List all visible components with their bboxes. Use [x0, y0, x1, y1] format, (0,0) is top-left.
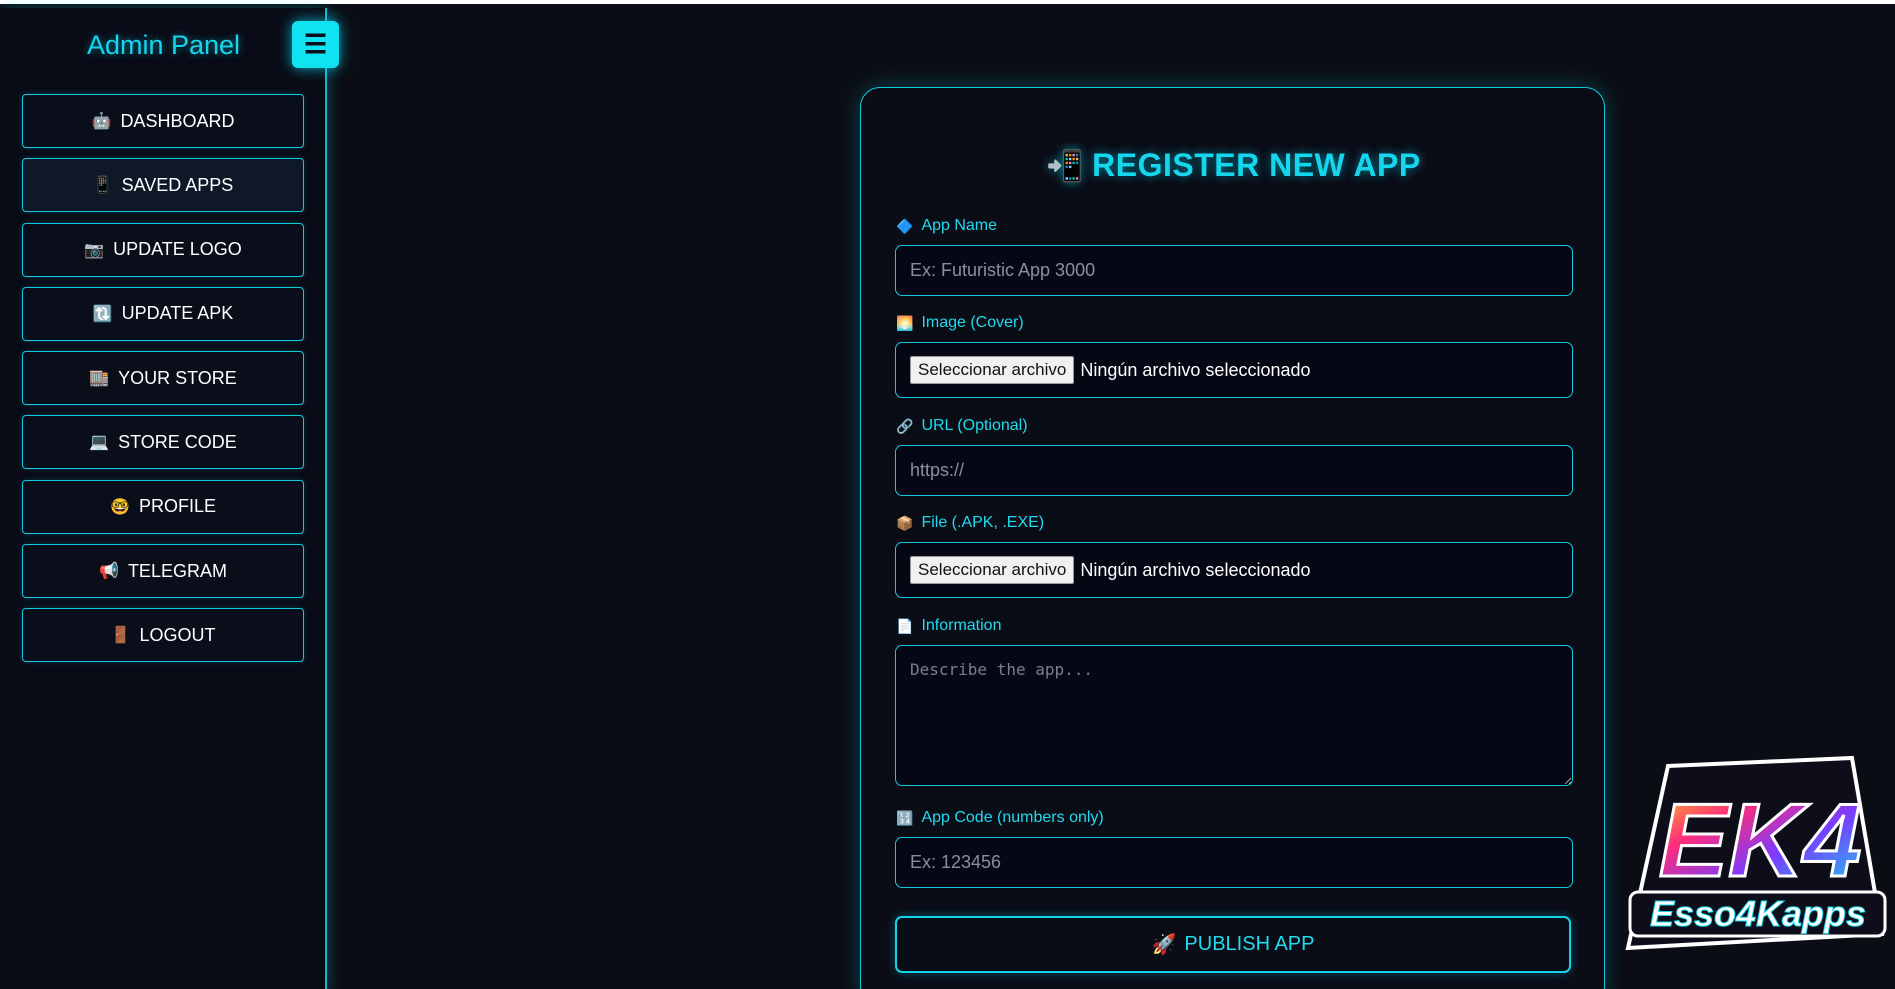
rocket-icon: 🚀 — [1151, 934, 1177, 956]
phone-icon: 📱 — [92, 177, 113, 195]
sidebar-item-saved-apps[interactable]: 📱 SAVED APPS — [22, 158, 304, 213]
app-name-label: 🔷 App Name — [896, 217, 997, 235]
sidebar-item-label: SAVED APPS — [121, 174, 234, 195]
sidebar-item-profile[interactable]: 🤓 PROFILE — [22, 479, 304, 534]
menu-toggle-button[interactable]: ☰ — [292, 21, 339, 68]
app-code-input[interactable] — [895, 837, 1573, 888]
url-label-text: URL (Optional) — [921, 417, 1028, 434]
megaphone-icon: 📢 — [99, 563, 119, 581]
package-icon: 📦 — [896, 514, 914, 531]
image-label-text: Image (Cover) — [921, 314, 1024, 331]
diamond-icon: 🔷 — [896, 217, 914, 234]
sidebar-item-label: UPDATE LOGO — [113, 239, 242, 260]
app-name-input[interactable] — [895, 245, 1573, 296]
app-file-input[interactable]: Seleccionar archivo Ningún archivo selec… — [895, 542, 1573, 598]
sidebar-item-label: TELEGRAM — [127, 560, 227, 581]
app-file-status: Ningún archivo seleccionado — [1080, 559, 1311, 580]
page-title-text: REGISTER NEW APP — [1092, 147, 1421, 183]
file-label: 📦 File (.APK, .EXE) — [896, 514, 1044, 532]
svg-text:Esso4Kapps: Esso4Kapps — [1650, 893, 1866, 934]
numbers-icon: 🔢 — [896, 809, 914, 826]
sidebar-item-telegram[interactable]: 📢 TELEGRAM — [22, 544, 304, 599]
image-icon: 🌅 — [896, 314, 914, 331]
logo-graphic: EK4 Esso4Kapps — [1625, 755, 1887, 951]
sidebar-nav: 🤖 DASHBOARD 📱 SAVED APPS 📷 UPDATE LOGO 🔃… — [22, 94, 304, 673]
sidebar-item-label: DASHBOARD — [120, 110, 235, 131]
link-icon: 🔗 — [896, 417, 914, 434]
image-file-status: Ningún archivo seleccionado — [1080, 359, 1311, 380]
nerd-face-icon: 🤓 — [110, 498, 130, 516]
sidebar: Admin Panel 🤖 DASHBOARD 📱 SAVED APPS 📷 U… — [0, 8, 327, 989]
image-file-input[interactable]: Seleccionar archivo Ningún archivo selec… — [895, 342, 1573, 398]
laptop-icon: 💻 — [89, 434, 110, 452]
svg-text:EK4: EK4 — [1659, 783, 1861, 899]
phone-arrow-icon: 📲 — [1046, 150, 1085, 183]
url-input[interactable] — [895, 445, 1573, 496]
register-app-card: 📲REGISTER NEW APP 🔷 App Name 🌅 Image (Cove… — [860, 87, 1605, 989]
sidebar-item-update-apk[interactable]: 🔃 UPDATE APK — [22, 286, 304, 341]
sidebar-item-your-store[interactable]: 🏬 YOUR STORE — [22, 351, 304, 406]
sidebar-item-label: PROFILE — [138, 496, 216, 517]
refresh-icon: 🔃 — [92, 305, 113, 323]
sidebar-item-store-code[interactable]: 💻 STORE CODE — [22, 415, 304, 470]
file-label-text: File (.APK, .EXE) — [921, 514, 1045, 531]
sidebar-item-label: STORE CODE — [118, 431, 237, 452]
store-icon: 🏬 — [89, 370, 110, 388]
esso4kapps-logo: EK4 Esso4Kapps — [1620, 754, 1895, 964]
information-label: 📄 Information — [896, 617, 1001, 635]
sidebar-title: Admin Panel — [86, 30, 241, 60]
camera-icon: 📷 — [84, 241, 105, 259]
image-label: 🌅 Image (Cover) — [896, 314, 1024, 332]
app-choose-file-button[interactable]: Seleccionar archivo — [910, 556, 1075, 584]
image-choose-file-button[interactable]: Seleccionar archivo — [910, 356, 1075, 384]
page-title: 📲 REGISTER NEW APP — [861, 147, 1606, 184]
app-name-label-text: App Name — [921, 217, 998, 234]
app-code-label-text: App Code (numbers only) — [921, 809, 1104, 826]
sidebar-item-update-logo[interactable]: 📷 UPDATE LOGO — [22, 222, 304, 277]
document-icon: 📄 — [896, 617, 914, 634]
robot-icon: 🤖 — [91, 113, 112, 130]
information-label-text: Information — [921, 617, 1002, 634]
door-icon: 🚪 — [110, 627, 131, 645]
publish-app-button[interactable]: 🚀 PUBLISH APP — [895, 916, 1571, 973]
url-label: 🔗 URL (Optional) — [896, 417, 1028, 435]
sidebar-item-label: UPDATE APK — [121, 303, 234, 324]
app-code-label: 🔢 App Code (numbers only) — [896, 809, 1104, 827]
sidebar-item-label: YOUR STORE — [118, 367, 237, 388]
sidebar-item-dashboard[interactable]: 🤖 DASHBOARD — [22, 94, 304, 148]
publish-app-label: PUBLISH APP — [1184, 933, 1315, 955]
sidebar-item-label: LOGOUT — [139, 624, 216, 645]
sidebar-item-logout[interactable]: 🚪 LOGOUT — [22, 608, 304, 663]
hamburger-icon: ☰ — [303, 29, 328, 59]
information-textarea[interactable] — [895, 645, 1573, 786]
